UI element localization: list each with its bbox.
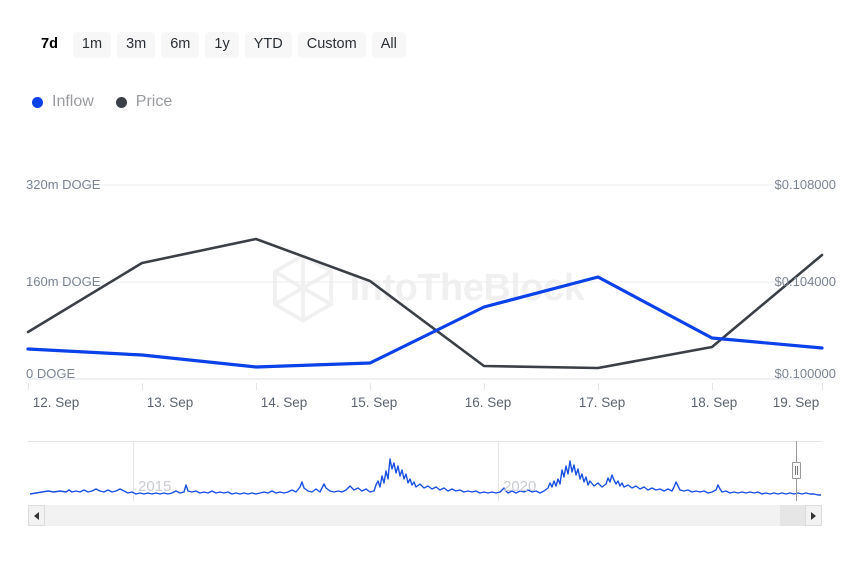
chart-navigator[interactable]: 2015 2020 [28,441,822,501]
arrow-left-glyph [34,511,39,520]
xaxis-label-15sep: 15. Sep [350,395,398,410]
chart-xaxis: 12. Sep 13. Sep 14. Sep 15. Sep 16. Sep … [0,383,850,417]
range-button-3m[interactable]: 3m [117,32,156,58]
chart-widget: 7d 1m 3m 6m 1y YTD Custom All Inflow Pri… [0,0,850,567]
range-selector: 7d 1m 3m 6m 1y YTD Custom All [32,32,406,58]
circle-marker-icon [32,96,43,108]
xaxis-tickmark [370,383,371,390]
xaxis-tickmark [28,383,29,390]
range-button-1m[interactable]: 1m [72,32,112,58]
circle-marker-icon [115,96,127,108]
yaxis-right-tick-108: $0.108000 [774,177,836,192]
xaxis-tickmark [712,383,713,390]
range-button-custom[interactable]: Custom [297,32,366,58]
chart-svg [26,184,824,380]
chart-legend: Inflow Price [32,94,172,110]
xaxis-tickmark [256,383,257,390]
xaxis-label-12sep: 12. Sep [32,395,80,410]
yaxis-right-tick-100: $0.100000 [774,366,836,381]
xaxis-label-13sep: 13. Sep [146,395,194,410]
xaxis-tickmark [484,383,485,390]
yaxis-right-tick-104: $0.104000 [774,274,836,289]
navigator-right-handle-icon[interactable] [792,462,801,479]
scroll-right-arrow-icon[interactable] [805,505,822,526]
range-button-1y[interactable]: 1y [205,32,239,58]
range-button-all[interactable]: All [371,32,406,58]
arrow-right-glyph [811,511,816,520]
range-button-7d[interactable]: 7d [32,32,67,58]
yaxis-left-tick-320m: 320m DOGE [26,177,101,192]
legend-item-inflow[interactable]: Inflow [32,94,94,110]
scrollbar-thumb[interactable] [780,505,805,526]
chart-plot-area[interactable]: IntoTheBlock 320m DOGE 160m DOGE 0 DOGE … [0,160,850,415]
navigator-year-label-2020: 2020 [503,478,537,495]
legend-label-price: Price [135,93,173,110]
xaxis-label-16sep: 16. Sep [464,395,512,410]
xaxis-tickmark [822,383,823,390]
legend-item-price[interactable]: Price [115,93,173,110]
xaxis-label-14sep: 14. Sep [260,395,308,410]
xaxis-label-18sep: 18. Sep [690,395,738,410]
xaxis-tickmark [142,383,143,390]
legend-label-inflow: Inflow [52,93,94,110]
range-button-ytd[interactable]: YTD [244,32,292,58]
xaxis-tickmark [598,383,599,390]
scrollbar-track[interactable] [45,505,805,526]
range-button-6m[interactable]: 6m [161,32,200,58]
scroll-left-arrow-icon[interactable] [28,505,45,526]
yaxis-left-tick-0: 0 DOGE [26,366,76,381]
handle-grip-icon [795,466,798,475]
series-line-price [26,237,824,370]
chart-scrollbar[interactable] [28,505,822,526]
xaxis-label-17sep: 17. Sep [578,395,626,410]
xaxis-label-19sep: 19. Sep [772,395,820,410]
navigator-year-label-2015: 2015 [138,478,172,495]
yaxis-left-tick-160m: 160m DOGE [26,274,101,289]
